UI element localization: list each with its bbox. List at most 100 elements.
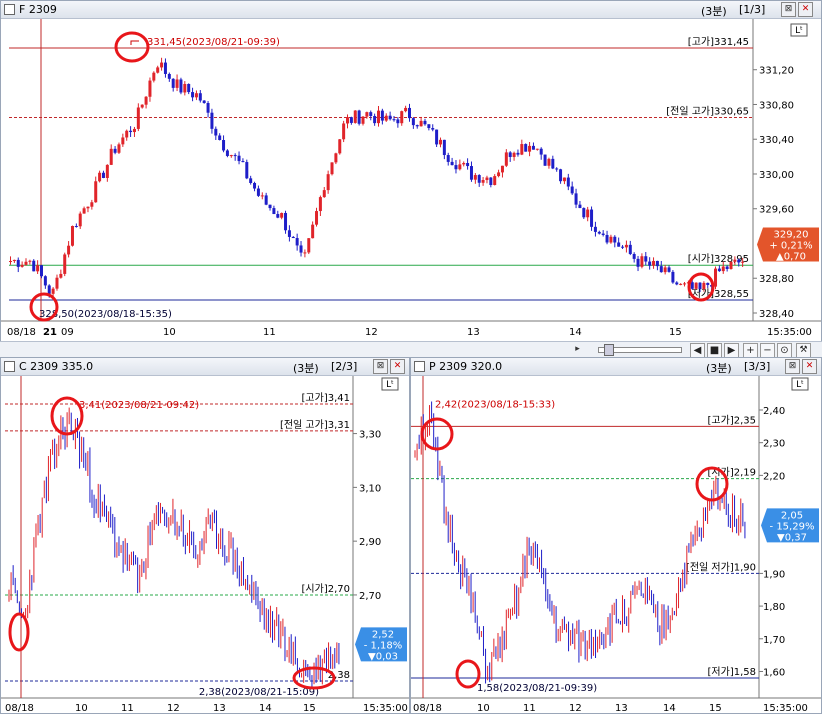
next-icon[interactable]: ▶ [724,343,739,358]
candle-body [698,282,702,290]
candle-body [32,260,36,272]
candle-body [194,93,198,98]
candle-body [675,282,679,285]
page-label: [1/3] [739,3,766,16]
panel-title: P 2309 320.0 [429,360,503,373]
candle-body [535,148,539,150]
candle-body [504,152,508,166]
ref-label-open: [시가]328,95 [688,253,749,265]
time-axis-label: 11 [523,703,536,713]
badge-price: 2,52 [372,629,394,640]
price-axis-label: 331,20 [759,66,794,77]
time-axis-label: 14 [569,327,582,338]
ref-label-high: [고가]331,45 [688,36,749,48]
candle-body [260,195,264,197]
time-axis-label: 10 [75,703,88,713]
candle-body [284,212,288,231]
time-axis-label: 15 [303,703,316,713]
panel-checkbox[interactable] [414,361,425,372]
settings-wrench-icon[interactable]: ⚒ [796,343,811,358]
price-axis-label: 2,70 [359,591,381,602]
candle-body [415,125,419,127]
scroll-left-icon[interactable]: ▸ [572,344,583,355]
candle-body [183,83,187,93]
candle-body [98,172,102,182]
candle-body [51,288,55,294]
candle-body [233,155,237,157]
candle-body [167,73,171,79]
candle-body [105,164,109,178]
candle-body [384,115,388,121]
candle-body [621,246,625,248]
candle-body [481,180,485,183]
candle-body [458,164,462,170]
put-chart-panel: P 2309 320.0 (3분) [3/3] ⊠ ✕ Lᵗ [고가]2,35 [시… [410,357,822,714]
candle-body [404,107,408,112]
candle-body [644,256,648,262]
candle-body [528,145,532,152]
candle-body [442,139,446,156]
futures-chart-panel: F 2309 (3분) [1/3] ⊠ ✕ Lᵗ [고가]331,45 [전일 고가… [0,0,822,342]
panel-title: C 2309 335.0 [19,360,94,373]
candle-body [717,268,721,272]
candle-body [729,261,733,270]
candle-body [121,137,125,145]
ref-label-prev-high: [전일 고가]3,31 [280,419,350,431]
candle-body [597,231,601,234]
maximize-icon[interactable]: ⊠ [785,359,800,374]
candle-body [20,264,24,267]
price-axis-label: 330,40 [759,135,794,146]
ruler-badge-label: Lᵗ [795,26,803,36]
candle-body [24,261,28,265]
candle-body [237,155,241,162]
price-axis-label: 3,10 [359,483,381,494]
badge-chg: ▼0,37 [777,532,807,543]
time-axis-label: 13 [615,703,628,713]
price-axis-label: 1,90 [763,569,785,580]
candle-body [276,214,280,218]
candle-body [12,259,16,262]
zoom-reset-icon[interactable]: ⊙ [777,343,792,358]
maximize-icon[interactable]: ⊠ [373,359,388,374]
call-bar-chart[interactable]: Lᵗ[고가]3,41[전일 고가]3,31[시가]2,702,383,303,1… [1,376,409,713]
candle-body [454,165,458,170]
time-axis-label: 15 [669,327,682,338]
candle-body [39,265,43,277]
candle-body [129,130,133,133]
panel-checkbox[interactable] [4,4,15,15]
candle-body [334,153,338,163]
price-axis-label: 328,80 [759,274,794,285]
time-axis-label: 13 [213,703,226,713]
candle-body [156,67,160,73]
candle-body [628,244,632,254]
price-axis-label: 330,80 [759,100,794,111]
put-bar-chart[interactable]: Lᵗ[고가]2,35[시가]2,19[전일 저가]1,90[저가]1,582,4… [411,376,821,713]
candle-body [508,152,512,157]
close-icon[interactable]: ✕ [390,359,405,374]
maximize-icon[interactable]: ⊠ [781,2,796,17]
price-axis-label: 2,90 [359,537,381,548]
candle-body [632,253,636,259]
candle-body [117,144,121,153]
panel-checkbox[interactable] [4,361,15,372]
period-label: (3분) [701,5,727,18]
candle-body [132,128,136,133]
stop-icon[interactable]: ■ [707,343,722,358]
zoom-slider-thumb[interactable] [604,344,614,356]
call-titlebar: C 2309 335.0 (3분) [2/3] ⊠ ✕ [1,358,409,376]
price-axis-label: 330,00 [759,170,794,181]
candle-body [671,271,675,283]
candle-body [551,158,555,169]
candle-body [667,267,671,272]
candle-body [725,266,729,270]
futures-candle-chart[interactable]: Lᵗ[고가]331,45[전일 고가]330,65[시가]328,95[저가]3… [1,19,821,341]
close-icon[interactable]: ✕ [802,359,817,374]
prev-icon[interactable]: ◀ [690,343,705,358]
candle-body [706,282,710,285]
time-axis-label: 09 [61,327,74,338]
close-icon[interactable]: ✕ [798,2,813,17]
candle-body [272,208,276,215]
zoom-out-icon[interactable]: − [760,343,775,358]
zoom-in-icon[interactable]: + [743,343,758,358]
candle-body [489,177,493,185]
